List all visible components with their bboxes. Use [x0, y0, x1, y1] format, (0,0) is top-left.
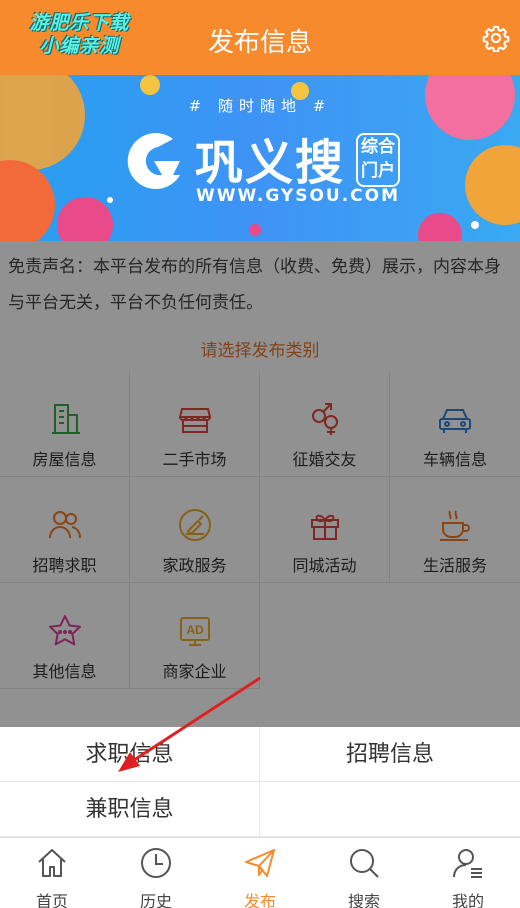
brand-logo-icon	[127, 133, 180, 190]
page-title: 发布信息	[207, 28, 312, 58]
option-recruiting[interactable]: 招聘信息	[260, 727, 520, 782]
tab-label: 搜索	[347, 892, 380, 908]
tab-label: 我的	[451, 892, 484, 908]
send-icon	[245, 849, 275, 877]
tab-label: 发布	[243, 892, 276, 908]
clock-icon	[141, 848, 171, 878]
app-header: 游肥乐下载 小编亲测 发布信息	[0, 0, 520, 75]
banner-url: WWW.GYSOU.COM	[196, 186, 401, 206]
gear-icon[interactable]	[482, 24, 510, 52]
annotation-arrow	[118, 676, 261, 772]
tab-publish[interactable]: 发布	[208, 838, 312, 908]
tab-search[interactable]: 搜索	[312, 838, 416, 908]
tab-mine[interactable]: 我的	[416, 838, 520, 908]
tab-label: 首页	[35, 892, 68, 908]
modal-backdrop[interactable]	[0, 241, 520, 727]
home-icon	[38, 849, 66, 877]
promo-banner[interactable]: # 随时随地 # 巩义搜 综合 门户 WWW.GYSOU.COM	[0, 75, 520, 241]
search-icon	[350, 849, 379, 878]
option-part-time[interactable]: 兼职信息	[0, 782, 260, 837]
banner-tagline: # 随时随地 #	[188, 97, 332, 115]
option-empty	[260, 782, 520, 837]
bottom-tab-bar: 首页 历史 发布 搜索 我的	[0, 837, 520, 908]
tab-history[interactable]: 历史	[104, 838, 208, 908]
banner-side-tag: 综合 门户	[356, 133, 400, 187]
tab-label: 历史	[139, 892, 172, 908]
tab-home[interactable]: 首页	[0, 838, 104, 908]
side-tag-line-1: 综合	[361, 137, 395, 157]
banner-brand: 巩义搜	[195, 135, 346, 191]
user-icon	[453, 849, 482, 878]
side-tag-line-2: 门户	[361, 161, 395, 181]
